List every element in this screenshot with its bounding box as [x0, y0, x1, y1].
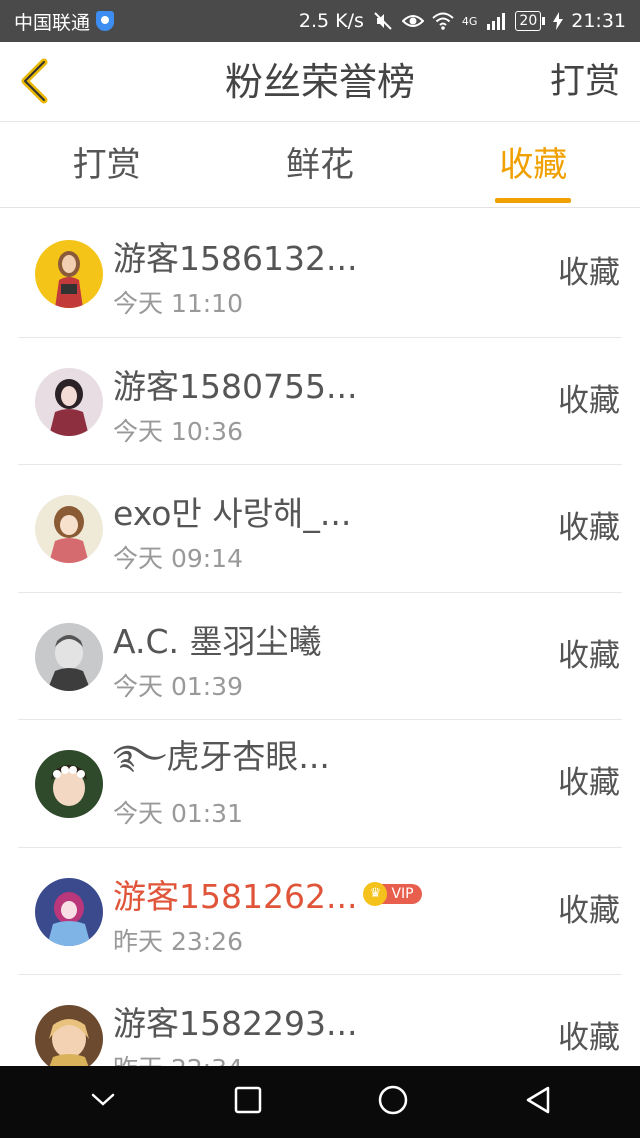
fan-list[interactable]: 游客1586132... 今天 11:10 收藏 游客1580755... 今天…	[0, 210, 640, 1066]
favorite-label: 收藏	[558, 510, 620, 546]
timestamp: 昨天 23:26	[113, 926, 243, 956]
tab-favorites[interactable]: 收藏	[427, 122, 640, 207]
favorite-label: 收藏	[558, 892, 620, 929]
list-item[interactable]: exo만 사랑해_... 今天 09:14 收藏	[18, 465, 622, 593]
system-nav-bar	[0, 1066, 640, 1138]
home-button[interactable]	[363, 1072, 423, 1132]
user-name: 游客1580755...	[113, 366, 358, 406]
eye-icon	[401, 11, 424, 31]
avatar[interactable]	[35, 495, 103, 563]
tab-label: 打赏	[72, 145, 141, 185]
status-bar: 中国联通 2.5 K/s 4G 20 21:31	[0, 0, 640, 42]
avatar[interactable]	[35, 1005, 103, 1066]
battery-level: 20	[515, 11, 542, 31]
vip-badge: ♛ VIP	[363, 881, 422, 906]
chevron-down-icon	[90, 1092, 116, 1112]
list-item[interactable]: ࿐虎牙杏眼... 今天 01:31 收藏	[18, 720, 622, 848]
mute-icon	[372, 11, 394, 31]
favorite-label: 收藏	[558, 382, 620, 419]
carrier-name: 中国联通	[14, 11, 91, 34]
user-name: exo만 사랑해_...	[113, 494, 352, 533]
user-name: 游客1582293...	[113, 1004, 358, 1043]
list-item[interactable]: 游客1581262... ♛ VIP 昨天 23:26 收藏	[18, 848, 622, 975]
wifi-icon	[432, 11, 454, 31]
avatar[interactable]	[35, 622, 103, 691]
signal-icon	[485, 11, 507, 31]
favorite-label: 收藏	[558, 1020, 620, 1056]
user-name: 游客1581262...	[113, 876, 358, 916]
favorite-label: 收藏	[558, 765, 620, 801]
user-name: A.C. 墨羽尘曦	[113, 621, 322, 661]
back-button[interactable]	[14, 58, 54, 108]
back-arrow-icon	[17, 58, 51, 108]
charging-icon	[553, 11, 564, 31]
square-icon	[234, 1086, 262, 1118]
timestamp: 今天 01:39	[113, 671, 243, 701]
tab-label: 鲜花	[285, 145, 354, 185]
reward-button[interactable]: 打赏	[550, 42, 620, 122]
list-item[interactable]: 游客1580755... 今天 10:36 收藏	[18, 338, 622, 465]
recents-button[interactable]	[218, 1072, 278, 1132]
user-name: 游客1586132...	[113, 239, 358, 278]
circle-icon	[377, 1084, 409, 1120]
timestamp: 今天 11:10	[113, 289, 243, 318]
clock: 21:31	[571, 10, 626, 32]
network-type: 4G	[461, 14, 478, 28]
timestamp: 今天 10:36	[113, 416, 243, 446]
shield-icon	[96, 11, 115, 31]
triangle-back-icon	[524, 1085, 552, 1119]
timestamp: 今天 01:31	[113, 799, 243, 828]
tab-bar: 打赏 鲜花 收藏	[0, 122, 640, 208]
timestamp: 今天 09:14	[113, 544, 243, 573]
tab-label: 收藏	[499, 145, 568, 185]
crown-icon: ♛	[363, 881, 388, 906]
favorite-label: 收藏	[558, 637, 620, 674]
avatar[interactable]	[35, 367, 103, 436]
avatar[interactable]	[35, 877, 103, 946]
active-tab-indicator	[495, 198, 572, 203]
tab-reward[interactable]: 打赏	[0, 122, 213, 207]
title-bar: 粉丝荣誉榜 打赏	[0, 42, 640, 122]
avatar[interactable]	[35, 750, 103, 818]
back-nav-button[interactable]	[508, 1072, 568, 1132]
page-title: 粉丝荣誉榜	[224, 60, 415, 104]
battery-icon: 20	[515, 11, 546, 31]
favorite-label: 收藏	[558, 255, 620, 291]
list-item[interactable]: A.C. 墨羽尘曦 今天 01:39 收藏	[18, 593, 622, 720]
list-item[interactable]: 游客1586132... 今天 11:10 收藏	[18, 210, 622, 338]
tab-flowers[interactable]: 鲜花	[213, 122, 426, 207]
network-speed: 2.5 K/s	[298, 10, 364, 32]
timestamp: 昨天 22:34	[113, 1049, 243, 1066]
avatar[interactable]	[35, 240, 103, 308]
hide-nav-button[interactable]	[73, 1072, 133, 1132]
list-item[interactable]: 游客1582293... 昨天 22:34 收藏	[18, 975, 622, 1066]
